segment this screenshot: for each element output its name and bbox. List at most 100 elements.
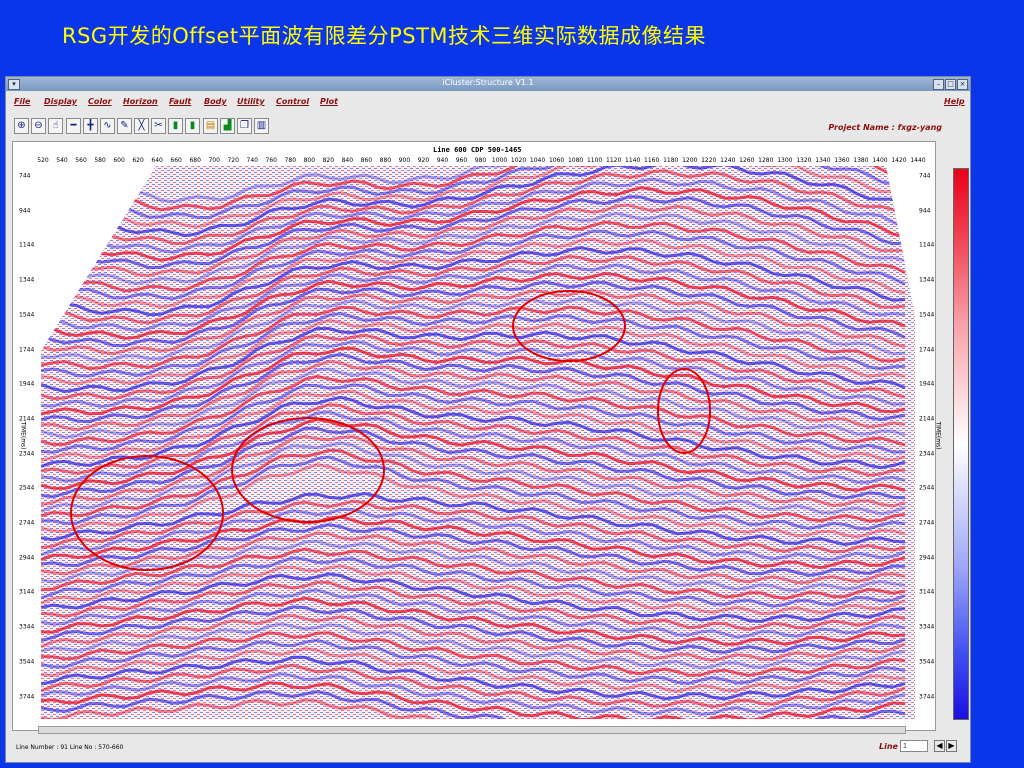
window-title: iCluster:Structure V1.1 (442, 78, 534, 87)
x-tick-label: 940 (436, 157, 449, 164)
copy-icon[interactable]: ❐ (237, 118, 252, 134)
menu-file[interactable]: File (14, 97, 30, 106)
x-tick-label: 1040 (529, 157, 546, 164)
x-tick-label: 1400 (872, 157, 888, 164)
window-titlebar[interactable]: ▾ iCluster:Structure V1.1 – □ × (6, 77, 970, 91)
y-tick-label: 2744 (919, 519, 935, 527)
y-tick-label: 3144 (919, 588, 935, 596)
y-tick-label: 1744 (919, 346, 935, 353)
minimize-button[interactable]: – (933, 79, 944, 90)
x-tick-label: 1420 (891, 157, 907, 164)
status-bar: Line Number : 91 Line No : 570-660 Line … (6, 735, 970, 757)
y-tick-label: 2944 (919, 554, 935, 562)
x-tick-label: 1160 (644, 157, 660, 164)
horizon-pick-alt-icon[interactable]: ▮ (185, 118, 200, 134)
x-tick-label: 580 (94, 157, 106, 164)
y-axis-label-left: TIME(ms) (19, 421, 27, 450)
y-axis-label-right: TIME(ms) (934, 421, 942, 450)
x-tick-label: 1060 (548, 157, 565, 164)
y-tick-label: 3344 (19, 623, 35, 631)
x-tick-label: 600 (113, 157, 125, 164)
maximize-button[interactable]: □ (945, 79, 956, 90)
amplitude-icon[interactable]: ▟ (220, 118, 235, 134)
x-tick-label: 1020 (510, 157, 527, 164)
toolbar: ⊕ ⊖ ☝ ━ ╋ ∿ ✎ ╳ ✂ ▮ ▮ ▤ ▟ ❐ ▥ Project Na… (6, 115, 970, 137)
x-tick-label: 720 (227, 157, 239, 164)
x-tick-label: 540 (56, 157, 68, 164)
close-button[interactable]: × (957, 79, 968, 90)
x-tick-label: 740 (246, 157, 258, 164)
cut-icon[interactable]: ✂ (151, 118, 166, 134)
y-tick-label: 3544 (919, 658, 935, 666)
pan-icon[interactable]: ☝ (48, 118, 63, 134)
cross-line-icon[interactable]: ╋ (83, 118, 98, 134)
zoom-out-icon[interactable]: ⊖ (31, 118, 46, 134)
zoom-in-icon[interactable]: ⊕ (14, 118, 29, 134)
layer-icon[interactable]: ▤ (203, 118, 218, 134)
x-tick-label: 1000 (491, 157, 508, 164)
x-tick-label: 800 (303, 157, 316, 164)
menu-help[interactable]: Help (944, 97, 965, 106)
previous-line-button[interactable]: ◀ (934, 740, 945, 752)
y-tick-label: 744 (919, 172, 931, 180)
menu-fault[interactable]: Fault (169, 97, 191, 106)
x-tick-label: 820 (322, 157, 335, 164)
menubar: File Display Color Horizon Fault Body Ut… (6, 93, 970, 111)
menu-plot[interactable]: Plot (320, 97, 338, 106)
y-tick-label: 3744 (19, 693, 35, 700)
x-tick-label: 920 (417, 157, 430, 164)
y-tick-label: 1144 (919, 241, 935, 249)
y-tick-label: 2944 (19, 554, 35, 562)
x-tick-label: 1300 (777, 157, 793, 164)
menu-body[interactable]: Body (204, 97, 227, 106)
x-tick-label: 1140 (625, 157, 641, 164)
fault-pick-icon[interactable]: ╳ (134, 118, 149, 134)
y-tick-label: 744 (19, 172, 31, 180)
x-tick-label: 980 (474, 157, 487, 164)
x-tick-label: 860 (360, 157, 373, 164)
icluster-window: ▾ iCluster:Structure V1.1 – □ × File Dis… (5, 76, 971, 763)
x-tick-label: 1200 (682, 157, 698, 164)
seismic-section[interactable] (41, 166, 915, 719)
x-tick-label: 1080 (567, 157, 584, 164)
plot-title: Line 600 CDP 500-1465 (433, 146, 522, 154)
wave-icon[interactable]: ∿ (100, 118, 115, 134)
horizontal-scrollbar[interactable] (38, 726, 906, 734)
x-tick-label: 520 (37, 157, 49, 164)
x-tick-label: 1180 (663, 157, 679, 164)
y-tick-label: 1544 (19, 311, 35, 319)
y-tick-label: 1544 (919, 311, 935, 319)
x-tick-label: 660 (170, 157, 182, 164)
slide-title: RSG开发的Offset平面波有限差分PSTM技术三维实际数据成像结果 (62, 24, 707, 48)
menu-color[interactable]: Color (88, 97, 112, 106)
menu-control[interactable]: Control (276, 97, 309, 106)
menu-display[interactable]: Display (44, 97, 77, 106)
x-tick-label: 1240 (720, 157, 736, 164)
x-tick-label: 1280 (758, 157, 774, 164)
x-tick-label: 560 (75, 157, 87, 164)
line-number-input[interactable] (900, 740, 928, 752)
x-tick-label: 1380 (853, 157, 869, 164)
y-tick-label: 2344 (919, 450, 935, 458)
next-line-button[interactable]: ▶ (946, 740, 957, 752)
pencil-icon[interactable]: ✎ (117, 118, 132, 134)
horizontal-line-icon[interactable]: ━ (66, 118, 81, 134)
y-tick-label: 2744 (19, 519, 35, 527)
y-tick-label: 944 (919, 207, 931, 215)
horizon-pick-icon[interactable]: ▮ (168, 118, 183, 134)
x-tick-label: 900 (398, 157, 411, 164)
menu-horizon[interactable]: Horizon (123, 97, 158, 106)
x-tick-label: 1340 (815, 157, 831, 164)
x-tick-label: 1220 (701, 157, 717, 164)
y-tick-label: 1944 (19, 380, 35, 388)
y-tick-label: 3144 (19, 588, 35, 596)
y-tick-label: 2544 (919, 484, 935, 492)
page-icon[interactable]: ▥ (254, 118, 269, 134)
seismic-plot-area[interactable]: Line 600 CDP 500-1465 520 540 560 580 600 620… (12, 141, 942, 731)
y-tick-label: 2344 (19, 450, 35, 458)
y-tick-label: 1944 (919, 380, 935, 388)
y-tick-label: 1144 (19, 241, 35, 249)
x-tick-label: 1440 (910, 157, 926, 164)
x-tick-label: 840 (341, 157, 354, 164)
menu-utility[interactable]: Utility (237, 97, 265, 106)
